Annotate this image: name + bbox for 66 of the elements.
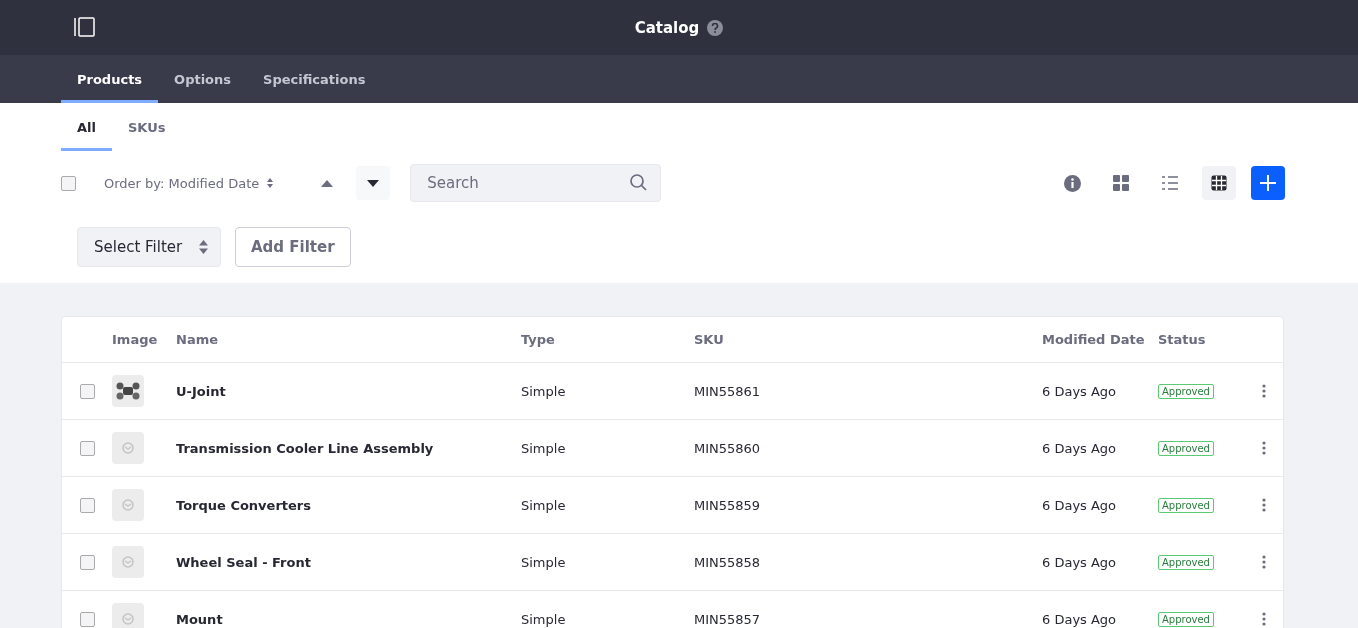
type-cell-text: Simple: [521, 554, 567, 570]
column-header: Modified Date: [1042, 332, 1146, 347]
page-title: Catalog: [634, 18, 700, 37]
sku-cell-text: MIN55858: [694, 554, 762, 570]
row-checkbox[interactable]: [79, 497, 95, 513]
product-name: Mount: [176, 611, 224, 627]
column-header: Type: [521, 332, 556, 347]
box-icon: [122, 556, 134, 568]
date-cell-text: 6 Days Ago: [1042, 440, 1118, 456]
product-name: Torque Converters: [176, 497, 312, 513]
date-cell-text: 6 Days Ago: [1042, 383, 1118, 399]
select-all-checkbox[interactable]: [61, 175, 76, 191]
filter-tab[interactable]: SKUs: [112, 103, 182, 151]
add-filter-button[interactable]: Add Filter: [235, 227, 351, 267]
sort-caret-icon: [267, 178, 274, 188]
status-label: Approved: [1158, 497, 1214, 513]
row-checkbox[interactable]: [79, 554, 95, 570]
date-cell-text: 6 Days Ago: [1042, 554, 1118, 570]
view-toggle-button[interactable]: [1202, 166, 1236, 200]
status-label: Approved: [1158, 554, 1214, 570]
plus-icon: [1260, 175, 1276, 191]
sku-cell-text: MIN55859: [694, 497, 762, 513]
type-cell-text: Simple: [521, 611, 567, 627]
nav-tab[interactable]: Options: [158, 55, 248, 103]
row-checkbox[interactable]: [79, 383, 95, 399]
product-name: Wheel Seal - Front: [176, 554, 312, 570]
help-icon[interactable]: [707, 19, 724, 36]
u-joint-photo: [116, 382, 140, 400]
column-header: Name: [176, 332, 219, 347]
nav-tab[interactable]: Specifications: [247, 55, 382, 103]
box-icon: [122, 613, 134, 625]
row-checkbox[interactable]: [79, 611, 95, 627]
search-field[interactable]: Search: [410, 164, 662, 202]
column-header: Status: [1158, 332, 1207, 347]
select-caret-icon: [199, 240, 208, 254]
sort-descending-button[interactable]: [356, 166, 391, 200]
type-cell-text: Simple: [521, 497, 567, 513]
caret-up-icon: [321, 179, 334, 187]
info-icon: [1063, 174, 1081, 192]
type-cell-text: Simple: [521, 440, 567, 456]
product-name: U-Joint: [176, 383, 227, 399]
date-cell-text: 6 Days Ago: [1042, 497, 1118, 513]
type-cell-text: Simple: [521, 383, 567, 399]
column-header: Image: [112, 332, 159, 347]
sku-cell-text: MIN55860: [694, 440, 762, 456]
caret-down-icon: [367, 179, 380, 187]
search-icon[interactable]: [630, 174, 648, 191]
filter-tab[interactable]: All: [61, 103, 112, 151]
list-icon: [1162, 175, 1178, 191]
sku-cell-text: MIN55857: [694, 611, 762, 627]
status-label: Approved: [1158, 611, 1214, 627]
sku-cell-text: MIN55861: [694, 383, 762, 399]
table-icon: [1211, 175, 1227, 191]
row-checkbox[interactable]: [79, 440, 95, 456]
status-label: Approved: [1158, 383, 1214, 399]
box-icon: [122, 442, 134, 454]
add-button[interactable]: [1251, 166, 1285, 200]
column-header: SKU: [694, 332, 725, 347]
box-icon: [122, 499, 134, 511]
select-filter-dropdown[interactable]: Select Filter: [77, 227, 221, 267]
order-by-dropdown[interactable]: Order by: Modified Date: [98, 174, 280, 192]
grid-icon: [1113, 175, 1129, 191]
product-name: Transmission Cooler Line Assembly: [176, 440, 435, 456]
date-cell-text: 6 Days Ago: [1042, 611, 1118, 627]
status-label: Approved: [1158, 440, 1214, 456]
sidebar-toggle-button[interactable]: [74, 17, 96, 37]
